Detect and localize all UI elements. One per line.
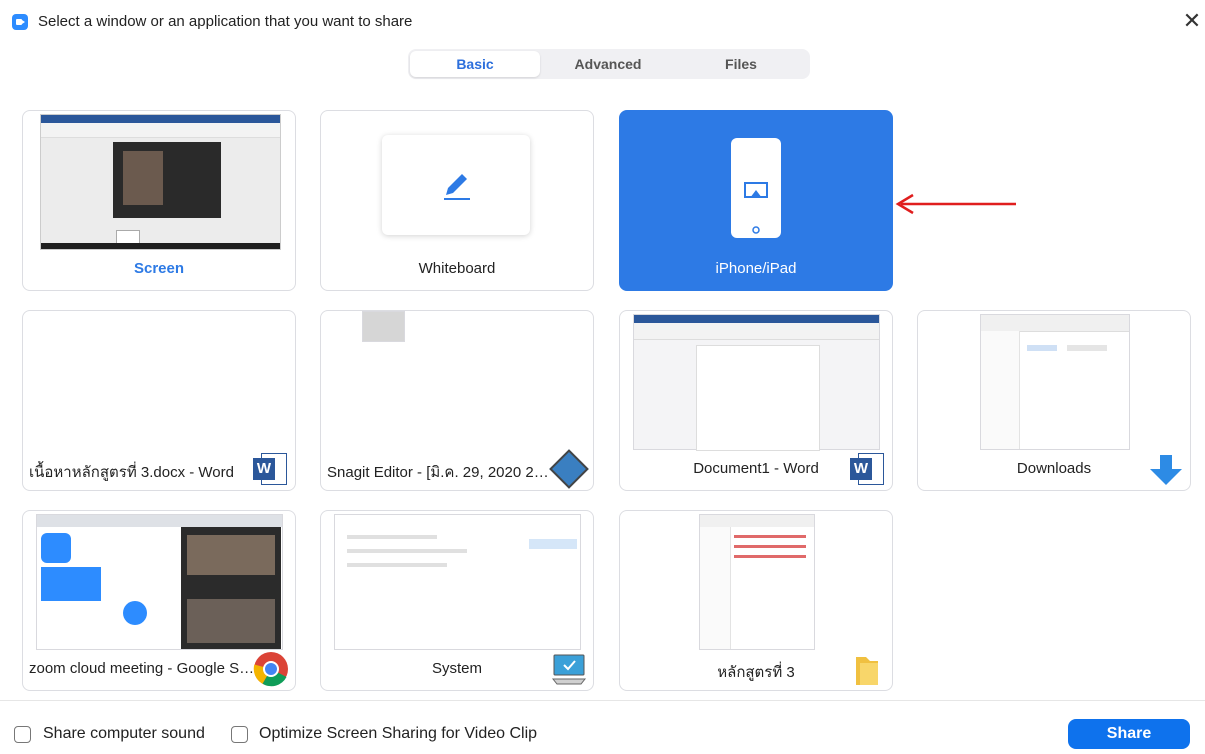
chrome-label: zoom cloud meeting - Google Se... xyxy=(29,660,259,677)
folder-icon xyxy=(856,657,878,685)
share-button[interactable]: Share xyxy=(1068,719,1190,749)
iphone-airplay-icon xyxy=(731,138,781,238)
system-monitor-icon xyxy=(551,654,587,685)
share-option-system[interactable]: System xyxy=(320,510,594,691)
title-bar: Select a window or an application that y… xyxy=(0,0,1205,44)
share-option-snagit[interactable]: Snagit Editor - [มิ.ค. 29, 2020 22:1... xyxy=(320,310,594,491)
chrome-icon xyxy=(253,652,288,687)
snagit-label: Snagit Editor - [มิ.ค. 29, 2020 22:1... xyxy=(327,464,557,481)
snagit-icon xyxy=(549,449,589,489)
close-icon[interactable]: ✕ xyxy=(1180,9,1204,33)
screen-label: Screen xyxy=(133,260,185,277)
screen-preview xyxy=(40,114,281,250)
share-sound-checkbox[interactable] xyxy=(14,726,31,743)
chrome-preview xyxy=(36,514,283,650)
word-icon: W xyxy=(850,451,886,487)
word-icon: W xyxy=(253,451,289,487)
share-option-word-doc[interactable]: เนื้อหาหลักสูตรที่ 3.docx - Word W xyxy=(22,310,296,491)
iphone-ipad-label: iPhone/iPad xyxy=(715,260,797,277)
share-mode-tabs: Basic Advanced Files xyxy=(408,49,810,79)
folder-preview xyxy=(699,514,815,650)
share-sound-label[interactable]: Share computer sound xyxy=(43,725,205,743)
share-option-downloads[interactable]: Downloads xyxy=(917,310,1191,491)
tab-basic[interactable]: Basic xyxy=(410,51,540,77)
annotation-arrow-icon xyxy=(895,193,1016,215)
downloads-preview xyxy=(980,314,1130,450)
share-option-folder[interactable]: หลักสูตรที่ 3 xyxy=(619,510,893,691)
snagit-preview xyxy=(362,311,405,342)
share-option-screen[interactable]: Screen xyxy=(22,110,296,291)
whiteboard-label: Whiteboard xyxy=(418,260,496,277)
document1-preview xyxy=(633,314,880,451)
tab-advanced[interactable]: Advanced xyxy=(543,51,673,77)
system-preview xyxy=(334,514,581,650)
pencil-icon xyxy=(444,174,470,200)
share-option-iphone-ipad[interactable]: iPhone/iPad xyxy=(619,110,893,291)
zoom-app-icon xyxy=(12,14,28,30)
share-option-whiteboard[interactable]: Whiteboard xyxy=(320,110,594,291)
share-option-document1[interactable]: Document1 - Word W xyxy=(619,310,893,491)
window-title: Select a window or an application that y… xyxy=(38,13,413,30)
download-arrow-icon xyxy=(1150,455,1182,485)
optimize-video-label[interactable]: Optimize Screen Sharing for Video Clip xyxy=(259,725,537,743)
tab-files[interactable]: Files xyxy=(676,51,806,77)
footer-bar: Share computer sound Optimize Screen Sha… xyxy=(0,700,1205,754)
whiteboard-preview xyxy=(382,135,530,235)
optimize-video-checkbox[interactable] xyxy=(231,726,248,743)
word-doc-label: เนื้อหาหลักสูตรที่ 3.docx - Word xyxy=(29,464,234,481)
share-option-chrome[interactable]: zoom cloud meeting - Google Se... xyxy=(22,510,296,691)
